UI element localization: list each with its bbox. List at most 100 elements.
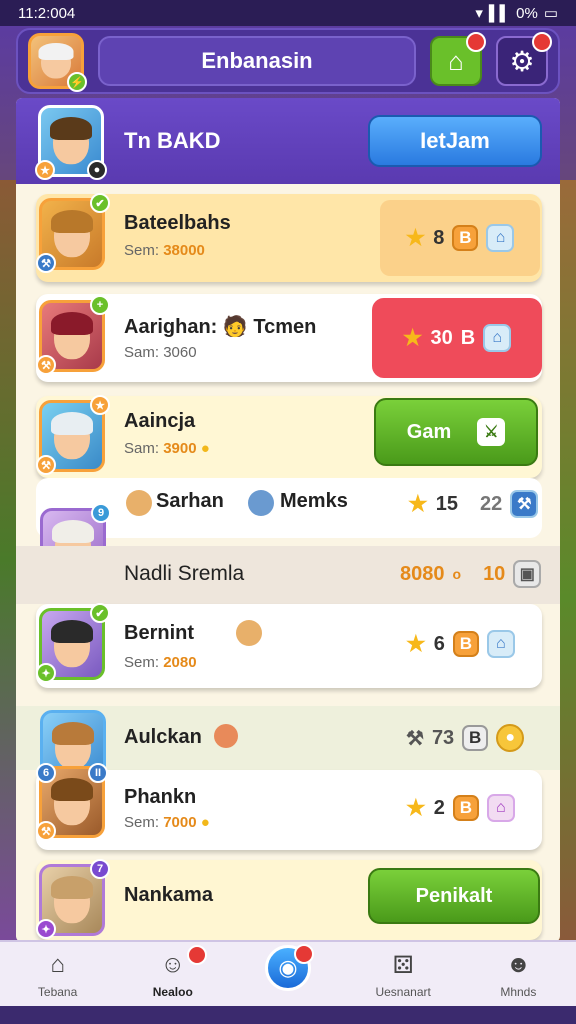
avatar-hair: [51, 312, 93, 335]
home-icon: ⌂: [50, 951, 65, 978]
sparkle-icon: ✦: [36, 919, 56, 939]
dot-separator: o: [452, 566, 462, 582]
row-score: Sem: 7000 ●: [124, 814, 210, 831]
row-avatar: 7 ✦: [36, 859, 110, 939]
tab-label: Uesnanart: [375, 985, 431, 999]
tab-map[interactable]: ◉: [240, 944, 336, 997]
coin-icon: ●: [200, 440, 210, 457]
status-battery: 0%: [516, 4, 538, 22]
hero-badge-left-icon: ★: [35, 160, 55, 180]
avatar-hair: [51, 620, 93, 643]
dice-icon: ⚄: [392, 951, 414, 979]
row-badge: B: [452, 225, 479, 251]
upgrade-icon[interactable]: ⌂: [486, 630, 515, 658]
star-icon: ★: [402, 325, 423, 350]
row-avatar: + ⚒: [36, 295, 110, 375]
row-name: Nankama: [124, 884, 213, 906]
tab-dice[interactable]: ⚄ Uesnanart: [355, 949, 451, 1000]
star-icon: ★: [405, 225, 426, 250]
score-label: Sam:: [124, 440, 160, 457]
signal-icon: ▌▌: [488, 4, 511, 22]
row-stats-box: ★ 30 B ⌂: [372, 298, 542, 378]
tool-icon: ⚒: [36, 455, 56, 475]
profile-icon: ☻: [505, 951, 531, 978]
row-stats: ★ 6 B ⌂: [406, 630, 515, 658]
row-score: Sem: 2080: [124, 654, 197, 671]
player-avatar[interactable]: ⚡: [28, 33, 87, 92]
chat-icon: ☺: [160, 951, 186, 978]
leaderboard-panel: ★ ● Tn BAKD IetJam ✔ ⚒ Bateelbahs Sem: 3…: [16, 98, 560, 942]
lock-icon[interactable]: ▣: [513, 560, 542, 588]
score-value: 7000: [163, 814, 197, 831]
avatar-cap: [51, 412, 93, 435]
row-name: Bateelbahs: [124, 212, 231, 234]
score-value: 2080: [163, 654, 197, 671]
upgrade-icon[interactable]: ⌂: [486, 224, 515, 252]
avatar-hair: [51, 876, 93, 899]
coin-bag-icon[interactable]: ●: [496, 724, 525, 752]
gear-icon: ⚙: [509, 45, 535, 77]
tab-profile[interactable]: ☻ Mhnds: [470, 949, 566, 999]
home-button[interactable]: ⌂: [430, 32, 486, 86]
row-stats: ★ 2 B ⌂: [406, 794, 515, 822]
list-item[interactable]: ✔ ✦ Bernint Sem: 2080 ★ 6 B ⌂: [36, 603, 542, 688]
chat-notification-badge: [186, 945, 207, 965]
status-icons: ▾ ▌▌ 0% ▭: [475, 4, 558, 23]
list-item[interactable]: + ⚒ Aarighan: 🧑 Tcmen Sam: 3060 ★ 30 B ⌂: [36, 294, 542, 382]
row-score: 8080: [400, 562, 445, 585]
friend-avatar-icon: [214, 724, 238, 748]
row-score: Sam: 3900 ●: [124, 440, 210, 457]
row-avatar: ✔ ✦: [36, 603, 110, 683]
row-stats: ⚒ 73 B ●: [406, 724, 525, 752]
level-badge-icon: 7: [90, 859, 110, 879]
coin-icon: ●: [200, 814, 210, 831]
hero-row: ★ ● Tn BAKD IetJam: [16, 98, 560, 184]
map-notification-badge: [293, 944, 314, 964]
friend-avatar-icon: [236, 620, 262, 646]
tools-icon[interactable]: ⚒: [510, 490, 539, 518]
status-bar: 11:2:004 ▾ ▌▌ 0% ▭: [0, 0, 576, 26]
upgrade-icon[interactable]: ⌂: [483, 324, 512, 352]
list-item[interactable]: Sarhan Memks ★ 15 22 ⚒: [36, 478, 542, 538]
list-item[interactable]: Nadli Sremla 8080 o 10 ▣: [16, 546, 560, 604]
row-stats: ★ 15 22 ⚒: [408, 490, 539, 518]
avatar-hair: [38, 43, 74, 60]
row-badge: B: [462, 725, 489, 751]
list-item[interactable]: ★ ⚒ Aaincja Sam: 3900 ● Gam ⚔: [36, 395, 542, 478]
row-extra: 22: [479, 492, 503, 515]
star-badge-icon: ★: [90, 395, 110, 415]
hero-avatar[interactable]: ★ ●: [35, 105, 107, 180]
list-item[interactable]: 7 ✦ Nankama Penikalt: [36, 859, 542, 940]
row-name: Aulckan: [124, 726, 202, 748]
status-time: 11:2:004: [18, 4, 76, 22]
top-bar: ⚡ Enbanasin ⌂ ⚙: [16, 28, 560, 94]
check-icon: ✔: [90, 603, 110, 623]
row-name: Bernint: [124, 622, 194, 644]
row-name: Phankn: [124, 786, 197, 808]
row-action-button[interactable]: Penikalt: [368, 868, 540, 924]
plus-icon: +: [90, 295, 110, 315]
row-name: Aarighan: 🧑 Tcmen: [124, 316, 317, 338]
list-item[interactable]: ✔ ⚒ Bateelbahs Sem: 38000 ★ 8 B ⌂: [36, 193, 542, 282]
tab-label: Mhnds: [500, 985, 537, 999]
row-name: Sarhan: [156, 490, 224, 512]
tab-chat[interactable]: ☺ Nealoo: [125, 945, 221, 999]
memks-avatar-icon: [248, 490, 274, 516]
hero-action-button[interactable]: IetJam: [368, 115, 542, 167]
castle-icon[interactable]: ⌂: [486, 794, 515, 822]
row-badge: B: [452, 631, 479, 657]
sarhan-avatar-icon: [126, 490, 152, 516]
level-badge-icon: 6: [36, 763, 56, 783]
tab-home[interactable]: ⌂ Tebana: [10, 949, 106, 999]
row-stars: 2: [433, 796, 445, 819]
bottom-edge: [0, 1006, 576, 1024]
list-item[interactable]: 6 II ⚒ Phankn Sem: 7000 ● ★ 2 B ⌂: [36, 763, 542, 850]
settings-button[interactable]: ⚙: [496, 32, 552, 86]
row-action-button[interactable]: Gam ⚔: [374, 398, 538, 466]
avatar-cap: [52, 520, 94, 543]
score-label: Sem:: [124, 242, 160, 259]
lightning-icon: ⚡: [67, 72, 87, 92]
row-stats: 8080 o 10 ▣: [400, 560, 542, 588]
score-label: Sem:: [124, 814, 160, 831]
row-extra: 73: [431, 726, 455, 749]
